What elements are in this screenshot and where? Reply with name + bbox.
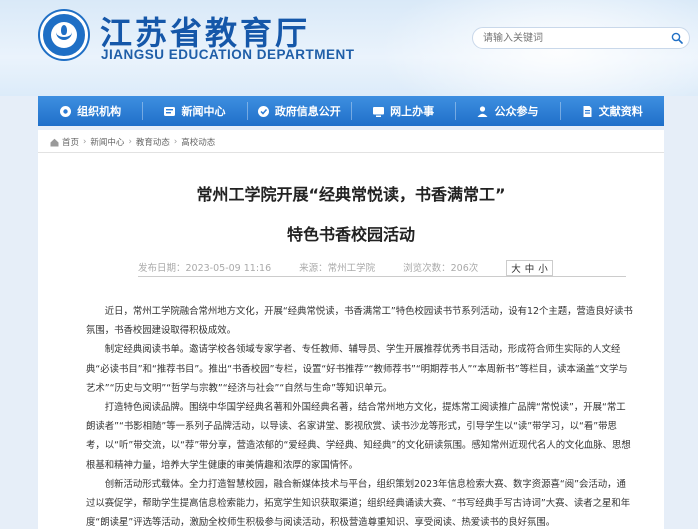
nav-item-org[interactable]: 组织机构: [38, 96, 142, 126]
breadcrumb-news[interactable]: 新闻中心: [90, 136, 124, 148]
site-header: 江苏省教育厅 JIANGSU EDUCATION DEPARTMENT: [0, 0, 698, 96]
news-icon: [164, 106, 176, 116]
divider: [138, 276, 626, 277]
article-meta: 发布日期：2023-05-09 11:16 来源：常州工学院 浏览次数：206次…: [138, 260, 581, 276]
nav-label: 新闻中心: [181, 105, 226, 118]
paragraph: 创新活动形式载体。全力打造智慧校园，融合新媒体技术与平台，组织策划2023年信息…: [86, 478, 631, 529]
article-source: 来源：常州工学院: [299, 263, 376, 274]
view-count: 浏览次数：206次: [403, 263, 479, 274]
nav-item-public[interactable]: 公众参与: [455, 96, 559, 126]
article-title-line2: 特色书香校园活动: [286, 225, 415, 244]
nav-label: 网上办事: [390, 105, 435, 118]
breadcrumb: 首页 › 新闻中心 › 教育动态 › 高校动态: [50, 136, 215, 148]
public-icon: [477, 105, 488, 117]
font-size-medium[interactable]: 中: [525, 261, 535, 275]
nav-item-document[interactable]: 文献资料: [559, 96, 664, 126]
paragraph: 打造特色阅读品牌。围绕中华国学经典名著和外国经典名著，结合常州地方文化，提炼常工…: [86, 402, 631, 471]
font-size-large[interactable]: 大: [511, 261, 521, 275]
breadcrumb-separator: ›: [83, 137, 87, 147]
article-body: 近日，常州工学院融合常州地方文化，开展“经典常悦读，书香满常工”特色校园读书节系…: [86, 302, 634, 529]
breadcrumb-separator: ›: [128, 137, 132, 147]
nav-item-news[interactable]: 新闻中心: [142, 96, 246, 126]
gov-info-icon: [257, 105, 269, 117]
paragraph: 制定经典阅读书单。邀请学校各领域专家学者、专任教师、辅导员、学生开展推荐优秀书目…: [86, 344, 628, 394]
breadcrumb-home[interactable]: 首页: [62, 136, 79, 148]
font-size-switcher: 大 中 小: [506, 260, 553, 276]
org-icon: [60, 105, 72, 117]
search-box[interactable]: [472, 27, 690, 49]
nav-label: 公众参与: [494, 105, 539, 118]
article-panel: 首页 › 新闻中心 › 教育动态 › 高校动态 常州工学院开展“经典常悦读，书香…: [38, 130, 664, 529]
document-icon: [583, 105, 592, 117]
breadcrumb-edu-news[interactable]: 教育动态: [136, 136, 170, 148]
site-logo[interactable]: [40, 11, 88, 59]
search-icon[interactable]: [671, 32, 683, 44]
article-title: 常州工学院开展“经典常悦读，书香满常工”: [196, 185, 506, 204]
nav-label: 文献资料: [598, 105, 643, 118]
main-nav: 组织机构 新闻中心 政府信息公开 网上办事 公众参与 文献资料: [38, 96, 664, 126]
nav-label: 组织机构: [77, 105, 122, 118]
nav-item-online-service[interactable]: 网上办事: [350, 96, 455, 126]
online-service-icon: [373, 106, 385, 117]
search-input[interactable]: [483, 30, 653, 46]
publish-date: 发布日期：2023-05-09 11:16: [138, 263, 272, 274]
divider: [38, 152, 664, 153]
paragraph: 近日，常州工学院融合常州地方文化，开展“经典常悦读，书香满常工”特色校园读书节系…: [86, 306, 633, 337]
font-size-small[interactable]: 小: [538, 261, 548, 275]
nav-item-gov-info[interactable]: 政府信息公开: [246, 96, 351, 126]
breadcrumb-university-news[interactable]: 高校动态: [181, 136, 215, 148]
home-icon: [50, 138, 59, 146]
nav-label: 政府信息公开: [274, 105, 341, 118]
site-subtitle: JIANGSU EDUCATION DEPARTMENT: [101, 47, 355, 62]
breadcrumb-separator: ›: [173, 137, 178, 147]
